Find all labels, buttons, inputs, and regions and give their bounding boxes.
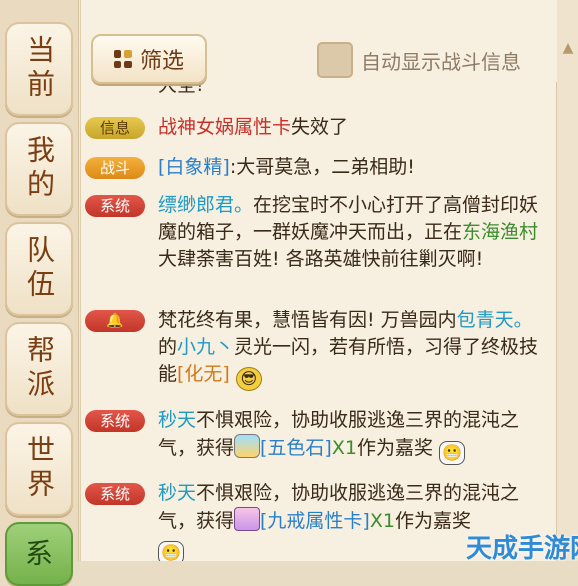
scrollbar[interactable]: ▲ [556,0,578,561]
channel-badge-info: 信息 [85,117,145,139]
message-fragment: 失效了 [291,116,349,138]
tab-current[interactable]: 当前 [5,22,73,116]
channel-tab-column: 当前 我的 队伍 帮派 世界 系 [0,0,79,586]
message-fragment: 大肆荼害百姓! 各路英雄快前往剿灭啊! [158,248,484,270]
tab-world[interactable]: 世界 [5,422,73,516]
pet-link[interactable]: 小九丶 [177,336,234,358]
player-link[interactable]: 缥缈郎君。 [158,194,253,216]
filter-button-label: 筛选 [139,49,184,74]
quantity: X1 [369,510,395,532]
chevron-up-icon[interactable]: ▲ [560,40,576,56]
message-fragment: 的 [158,336,178,358]
five-color-stone-icon [234,434,261,458]
tab-label: 系 [24,537,53,570]
quantity: X1 [331,437,357,459]
item-link[interactable]: [五色石] [260,437,332,459]
auto-show-battle-label: 自动显示战斗信息 [361,50,521,74]
location-link[interactable]: 东海渔村 [462,221,538,243]
tab-label: 队伍 [23,235,56,303]
item-link[interactable]: 战神女娲属性卡 [158,116,291,138]
player-link[interactable]: 秒天 [158,482,196,504]
tab-team[interactable]: 队伍 [5,222,73,316]
tab-system[interactable]: 系 [5,522,73,586]
ghost-emoji-icon: 😬 [439,441,466,465]
message-text: 战神女娲属性卡失效了 [158,114,548,141]
channel-badge-battle: 战斗 [85,157,145,179]
grid-icon [113,50,132,68]
cool-face-emoji-icon: 😎 [235,367,262,391]
auto-show-battle-checkbox[interactable] [317,42,353,78]
message-fragment: 作为嘉奖 [356,437,433,459]
tab-mine[interactable]: 我的 [5,122,73,216]
watermark-logo: 天成手游网 [466,534,578,564]
attribute-card-icon [234,507,261,531]
message-text: 大全! [158,82,548,99]
npc-link[interactable]: [白象精] [158,156,230,178]
message-list[interactable]: 大全! 信息 战神女娲属性卡失效了 战斗 [白象精]:大哥莫急，二弟相助! 系统… [81,82,557,561]
message-text: 梵花终有果，慧悟皆有因! 万兽园内包青天。的小九丶灵光一闪，若有所悟，习得了终极… [158,307,548,391]
message-fragment: :大哥莫急，二弟相助! [229,156,415,178]
channel-badge-system: 系统 [85,483,145,505]
bell-icon: 🔔 [106,313,124,329]
ghost-emoji-icon: 😬 [158,541,184,561]
tab-label: 世界 [23,435,56,503]
player-link[interactable]: 秒天 [158,409,196,431]
channel-badge-system: 系统 [85,195,145,217]
message-text: 秒天不惧艰险，协助收服逃逸三界的混沌之气，获得 [五色石]X1作为嘉奖 😬 [158,407,548,465]
filter-button[interactable]: 筛选 [91,34,207,84]
tab-label: 帮派 [23,335,56,403]
message-text: 缥缈郎君。在挖宝时不小心打开了高僧封印妖魔的箱子，一群妖魔冲天而出，正在东海渔村… [158,192,548,273]
tab-label: 当前 [23,35,56,103]
tab-label: 我的 [23,135,56,203]
channel-badge-bell: 🔔 [85,310,145,332]
skill-link[interactable]: [化无] [177,363,230,385]
message-fragment: 梵花终有果，慧悟皆有因! 万兽园内 [158,309,457,331]
channel-badge-system: 系统 [85,410,145,432]
message-fragment: 作为嘉奖 [394,510,471,532]
tab-guild[interactable]: 帮派 [5,322,73,416]
toolbar: 筛选 自动显示战斗信息 [81,0,557,84]
item-link[interactable]: [九戒属性卡] [260,510,370,532]
message-text: [白象精]:大哥莫急，二弟相助! [158,154,548,181]
player-link[interactable]: 包青天。 [457,309,533,331]
message-panel: 筛选 自动显示战斗信息 大全! 信息 战神女娲属性卡失效了 战斗 [白象精]:大… [80,0,557,561]
message-fragment: 大全! [158,82,204,96]
chat-window: 当前 我的 队伍 帮派 世界 系 筛选 自动显示战斗信息 大全! 信息 战神女娲… [0,0,578,586]
